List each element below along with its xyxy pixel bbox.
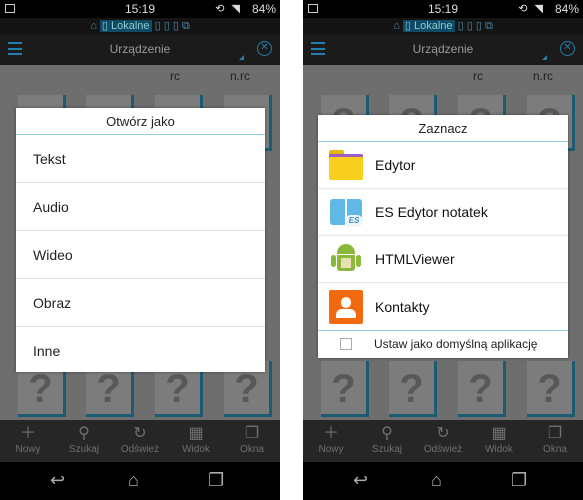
back-icon[interactable]: ↩ [353, 470, 368, 491]
new-button[interactable]: ＋ Nowy [0, 420, 56, 462]
app-htmlviewer[interactable]: HTMLViewer [318, 236, 568, 283]
phone-right: 15:19 ⟲ ◥ 84% ⌂ ▯ Lokalne ▯ ▯ ▯ ⧉ Urządz… [303, 0, 583, 500]
button-label: Szukaj [68, 444, 99, 455]
dialog-title: Otwórz jako [16, 108, 265, 135]
app-edytor[interactable]: Edytor [318, 142, 568, 189]
search-button[interactable]: ⚲ Szukaj [56, 420, 112, 462]
contacts-icon [329, 289, 363, 324]
set-default-checkbox[interactable] [340, 337, 352, 350]
close-icon[interactable]: ✕ [257, 41, 272, 56]
file-label: n.rc [230, 69, 251, 83]
button-label: Odśwież [120, 444, 160, 455]
new-button[interactable]: ＋ Nowy [303, 420, 359, 462]
option-other[interactable]: Inne [16, 327, 265, 375]
choose-app-dialog: Zaznacz Edytor ES ES Edytor notatek HTML… [318, 115, 568, 358]
plus-icon: ＋ [19, 425, 36, 442]
refresh-icon: ↻ [436, 425, 450, 442]
option-video[interactable]: Wideo [16, 231, 265, 279]
home-nav-icon[interactable]: ⌂ [431, 470, 442, 491]
dialog-title: Zaznacz [318, 115, 568, 142]
option-audio[interactable]: Audio [16, 183, 265, 231]
location-tabs: ⌂ ▯ Lokalne ▯ ▯ ▯ ⧉ [0, 18, 280, 35]
option-text[interactable]: Tekst [16, 135, 265, 183]
tab-lokalne[interactable]: ▯ Lokalne [99, 20, 152, 32]
tab-lokalne[interactable]: ▯ Lokalne [402, 20, 455, 32]
rotation-wifi-signal-icons: ⟲ ◥ [518, 3, 545, 15]
checkbox-label: Ustaw jako domyślną aplikację [374, 336, 538, 351]
app-contacts[interactable]: Kontakty [318, 283, 568, 330]
other-tabs-icons[interactable]: ▯ ▯ ▯ ⧉ [155, 20, 190, 32]
file-label: rc [170, 69, 180, 83]
windows-button[interactable]: ❐ Okna [527, 420, 583, 462]
open-as-dialog: Otwórz jako Tekst Audio Wideo Obraz Inne [16, 108, 265, 372]
status-bar: 15:19 ⟲ ◥ 84% [0, 0, 280, 18]
button-label: Nowy [318, 444, 344, 455]
folder-icon [329, 148, 363, 182]
view-button[interactable]: ▦ Widok [168, 420, 224, 462]
button-label: Nowy [15, 444, 41, 455]
other-tabs-icons[interactable]: ▯ ▯ ▯ ⧉ [458, 20, 493, 32]
system-nav-bar: ↩ ⌂ ❐ [0, 462, 280, 500]
windows-icon: ❐ [547, 425, 563, 442]
system-nav-bar: ↩ ⌂ ❐ [303, 462, 583, 500]
app-es-note-editor[interactable]: ES ES Edytor notatek [318, 189, 568, 236]
battery-level: 84% [251, 2, 276, 16]
button-label: Okna [543, 444, 567, 455]
recents-icon[interactable]: ❐ [511, 470, 527, 491]
dropdown-indicator-icon [239, 55, 244, 60]
app-label: HTMLViewer [375, 251, 455, 267]
bottom-action-bar: ＋ Nowy ⚲ Szukaj ↻ Odśwież ▦ Widok ❐ Okna [0, 420, 280, 462]
search-icon: ⚲ [381, 425, 393, 442]
button-label: Widok [182, 444, 210, 455]
battery-level: 84% [554, 2, 579, 16]
grid-view-icon: ▦ [188, 425, 204, 442]
tab-label: Lokalne [414, 20, 453, 32]
button-label: Widok [485, 444, 513, 455]
file-label: rc [473, 69, 483, 83]
app-label: Edytor [375, 157, 416, 173]
refresh-icon: ↻ [133, 425, 147, 442]
button-label: Odśwież [423, 444, 463, 455]
toolbar: Urządzenie ✕ [0, 35, 280, 65]
file-label: n.rc [533, 69, 554, 83]
view-button[interactable]: ▦ Widok [471, 420, 527, 462]
windows-button[interactable]: ❐ Okna [224, 420, 280, 462]
option-image[interactable]: Obraz [16, 279, 265, 327]
set-default-checkbox-row[interactable]: Ustaw jako domyślną aplikację [318, 330, 568, 356]
search-icon: ⚲ [78, 425, 90, 442]
file-icon[interactable]: ? [527, 361, 575, 417]
location-tabs: ⌂ ▯ Lokalne ▯ ▯ ▯ ⧉ [303, 18, 583, 35]
toolbar-title[interactable]: Urządzenie [303, 42, 583, 56]
home-icon[interactable]: ⌂ [393, 20, 403, 32]
tab-label: Lokalne [111, 20, 150, 32]
home-nav-icon[interactable]: ⌂ [128, 470, 139, 491]
toolbar: Urządzenie ✕ [303, 35, 583, 65]
android-icon [329, 242, 363, 276]
search-button[interactable]: ⚲ Szukaj [359, 420, 415, 462]
status-bar: 15:19 ⟲ ◥ 84% [303, 0, 583, 18]
phone-left: 15:19 ⟲ ◥ 84% ⌂ ▯ Lokalne ▯ ▯ ▯ ⧉ Urządz… [0, 0, 280, 500]
file-icon[interactable]: ? [389, 361, 437, 417]
toolbar-title[interactable]: Urządzenie [0, 42, 280, 56]
rotation-wifi-signal-icons: ⟲ ◥ [215, 3, 242, 15]
button-label: Szukaj [371, 444, 402, 455]
dropdown-indicator-icon [542, 55, 547, 60]
file-icon[interactable]: ? [458, 361, 506, 417]
home-icon[interactable]: ⌂ [90, 20, 100, 32]
refresh-button[interactable]: ↻ Odśwież [415, 420, 471, 462]
back-icon[interactable]: ↩ [50, 470, 65, 491]
file-icon[interactable]: ? [321, 361, 369, 417]
recents-icon[interactable]: ❐ [208, 470, 224, 491]
windows-icon: ❐ [244, 425, 260, 442]
close-icon[interactable]: ✕ [560, 41, 575, 56]
app-label: ES Edytor notatek [375, 204, 488, 220]
button-label: Okna [240, 444, 264, 455]
grid-view-icon: ▦ [491, 425, 507, 442]
app-label: Kontakty [375, 298, 430, 315]
refresh-button[interactable]: ↻ Odśwież [112, 420, 168, 462]
es-note-editor-icon: ES [329, 195, 363, 229]
plus-icon: ＋ [322, 425, 339, 442]
bottom-action-bar: ＋ Nowy ⚲ Szukaj ↻ Odśwież ▦ Widok ❐ Okna [303, 420, 583, 462]
